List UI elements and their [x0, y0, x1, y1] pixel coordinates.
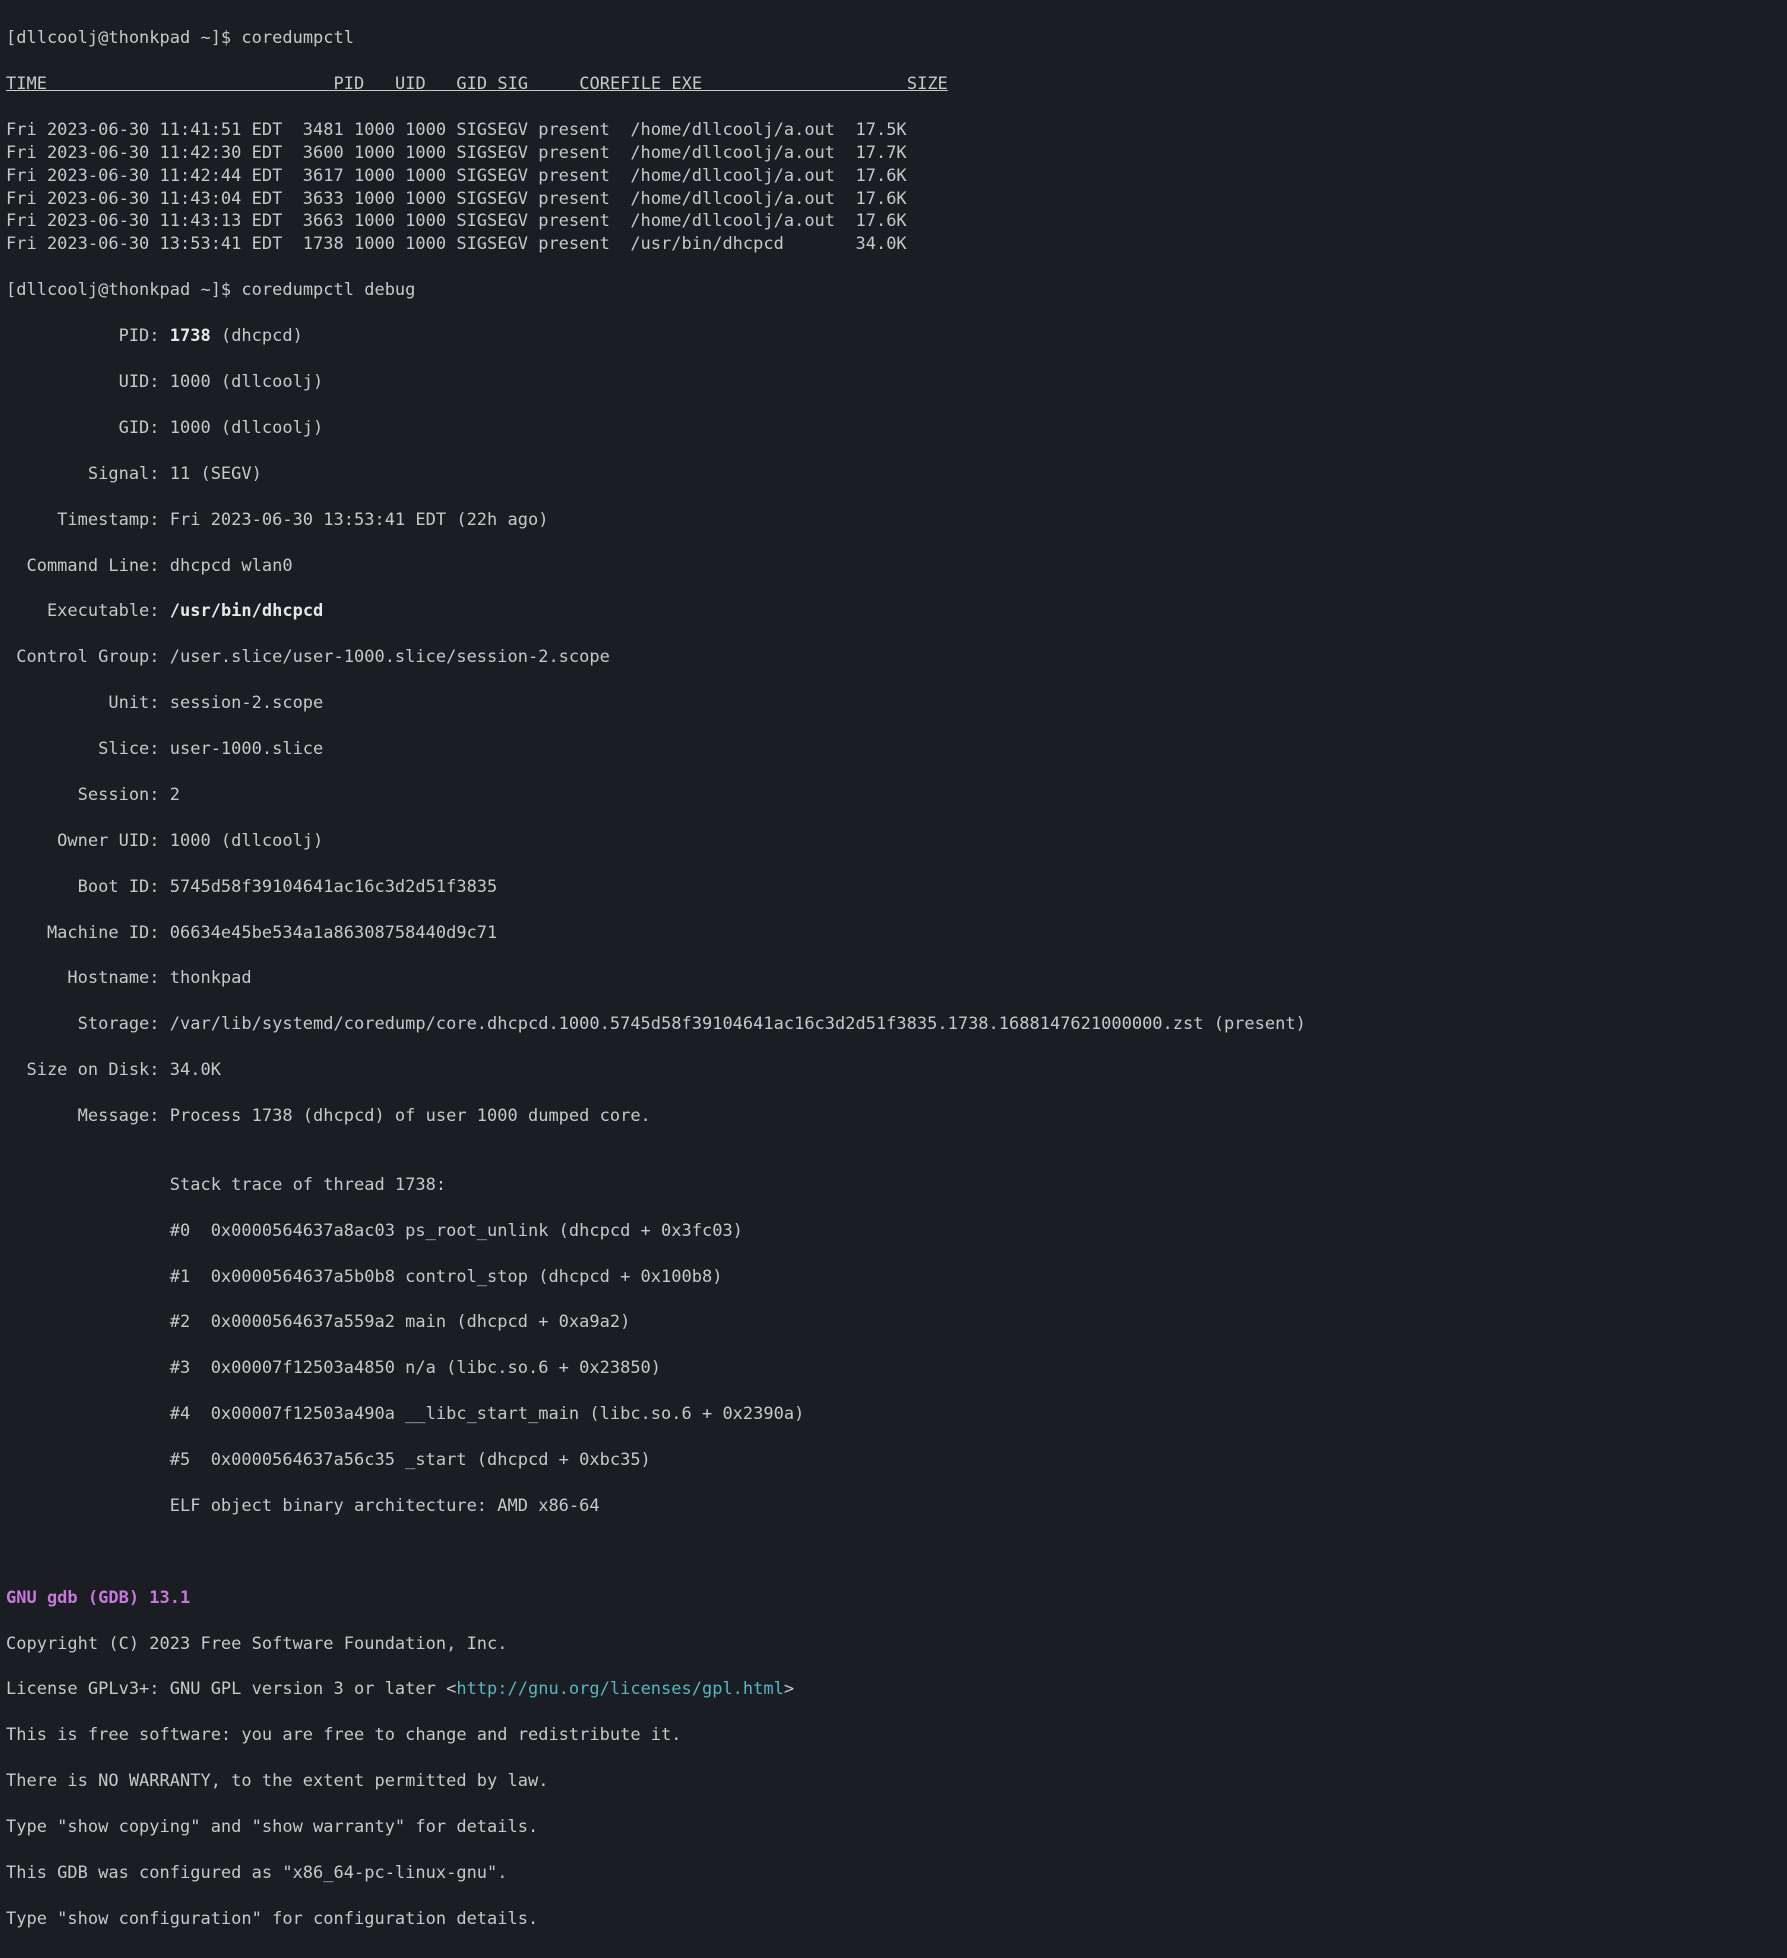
command: coredumpctl — [241, 28, 354, 48]
col-uid: UID — [395, 74, 426, 94]
info-uid: UID: 1000 (dllcoolj) — [6, 371, 1781, 394]
stack-frame-4: #4 0x00007f12503a490a __libc_start_main … — [6, 1403, 1781, 1426]
table-header: TIME PID UID GID SIG COREFILE EXE SIZE — [6, 73, 1781, 96]
prompt-line-2: [dllcoolj@thonkpad ~]$ coredumpctl debug — [6, 279, 1781, 302]
spacer — [426, 74, 457, 94]
info-cgroup: Control Group: /user.slice/user-1000.sli… — [6, 646, 1781, 669]
url: http://gnu.org/licenses/gpl.html — [456, 1679, 784, 1699]
info-boot-id: Boot ID: 5745d58f39104641ac16c3d2d51f383… — [6, 876, 1781, 899]
elf-arch: ELF object binary architecture: AMD x86-… — [6, 1495, 1781, 1518]
gdb-copyright: Copyright (C) 2023 Free Software Foundat… — [6, 1633, 1781, 1656]
blank-line — [6, 1541, 1781, 1564]
spacer — [661, 74, 671, 94]
stack-frame-5: #5 0x0000564637a56c35 _start (dhcpcd + 0… — [6, 1449, 1781, 1472]
col-pid: PID — [334, 74, 365, 94]
spacer — [528, 74, 579, 94]
info-session: Session: 2 — [6, 784, 1781, 807]
label: Executable: — [6, 601, 170, 621]
info-unit: Unit: session-2.scope — [6, 692, 1781, 715]
col-size: SIZE — [907, 74, 948, 94]
info-hostname: Hostname: thonkpad — [6, 967, 1781, 990]
table-row: Fri 2023-06-30 11:42:30 EDT 3600 1000 10… — [6, 142, 1781, 165]
value: /usr/bin/dhcpcd — [170, 601, 324, 621]
info-executable: Executable: /usr/bin/dhcpcd — [6, 600, 1781, 623]
col-sig: SIG — [497, 74, 528, 94]
info-size-on-disk: Size on Disk: 34.0K — [6, 1059, 1781, 1082]
text: > — [784, 1679, 794, 1699]
stack-frame-0: #0 0x0000564637a8ac03 ps_root_unlink (dh… — [6, 1220, 1781, 1243]
info-gid: GID: 1000 (dllcoolj) — [6, 417, 1781, 440]
spacer — [702, 74, 907, 94]
info-owner-uid: Owner UID: 1000 (dllcoolj) — [6, 830, 1781, 853]
info-cmdline: Command Line: dhcpcd wlan0 — [6, 555, 1781, 578]
gdb-free: This is free software: you are free to c… — [6, 1724, 1781, 1747]
table-rows: Fri 2023-06-30 11:41:51 EDT 3481 1000 10… — [6, 119, 1781, 257]
table-row: Fri 2023-06-30 11:42:44 EDT 3617 1000 10… — [6, 165, 1781, 188]
label: PID: — [6, 326, 170, 346]
info-storage: Storage: /var/lib/systemd/coredump/core.… — [6, 1013, 1781, 1036]
prompt-line-1: [dllcoolj@thonkpad ~]$ coredumpctl — [6, 27, 1781, 50]
col-exe: EXE — [671, 74, 702, 94]
terminal[interactable]: [dllcoolj@thonkpad ~]$ coredumpctl TIME … — [0, 0, 1787, 1958]
spacer — [47, 74, 334, 94]
gdb-configured: This GDB was configured as "x86_64-pc-li… — [6, 1862, 1781, 1885]
gdb-show1: Type "show copying" and "show warranty" … — [6, 1816, 1781, 1839]
spacer — [364, 74, 395, 94]
table-row: Fri 2023-06-30 11:41:51 EDT 3481 1000 10… — [6, 119, 1781, 142]
gdb-show2: Type "show configuration" for configurat… — [6, 1908, 1781, 1931]
col-corefile: COREFILE — [579, 74, 661, 94]
gdb-license: License GPLv3+: GNU GPL version 3 or lat… — [6, 1678, 1781, 1701]
info-message: Message: Process 1738 (dhcpcd) of user 1… — [6, 1105, 1781, 1128]
info-signal: Signal: 11 (SEGV) — [6, 463, 1781, 486]
stack-frame-1: #1 0x0000564637a5b0b8 control_stop (dhcp… — [6, 1266, 1781, 1289]
info-pid: PID: 1738 (dhcpcd) — [6, 325, 1781, 348]
text: License GPLv3+: GNU GPL version 3 or lat… — [6, 1679, 456, 1699]
command: coredumpctl debug — [241, 280, 415, 300]
prompt: [dllcoolj@thonkpad ~]$ — [6, 280, 241, 300]
table-row: Fri 2023-06-30 11:43:13 EDT 3663 1000 10… — [6, 210, 1781, 233]
info-slice: Slice: user-1000.slice — [6, 738, 1781, 761]
stack-header: Stack trace of thread 1738: — [6, 1174, 1781, 1197]
extra: (dhcpcd) — [211, 326, 303, 346]
spacer — [487, 74, 497, 94]
table-row: Fri 2023-06-30 11:43:04 EDT 3633 1000 10… — [6, 188, 1781, 211]
col-gid: GID — [456, 74, 487, 94]
stack-frame-2: #2 0x0000564637a559a2 main (dhcpcd + 0xa… — [6, 1311, 1781, 1334]
value: 1738 — [170, 326, 211, 346]
prompt: [dllcoolj@thonkpad ~]$ — [6, 28, 241, 48]
info-timestamp: Timestamp: Fri 2023-06-30 13:53:41 EDT (… — [6, 509, 1781, 532]
gdb-warranty: There is NO WARRANTY, to the extent perm… — [6, 1770, 1781, 1793]
stack-frame-3: #3 0x00007f12503a4850 n/a (libc.so.6 + 0… — [6, 1357, 1781, 1380]
info-machine-id: Machine ID: 06634e45be534a1a86308758440d… — [6, 922, 1781, 945]
col-time: TIME — [6, 74, 47, 94]
gdb-header: GNU gdb (GDB) 13.1 — [6, 1587, 1781, 1610]
table-row: Fri 2023-06-30 13:53:41 EDT 1738 1000 10… — [6, 233, 1781, 256]
